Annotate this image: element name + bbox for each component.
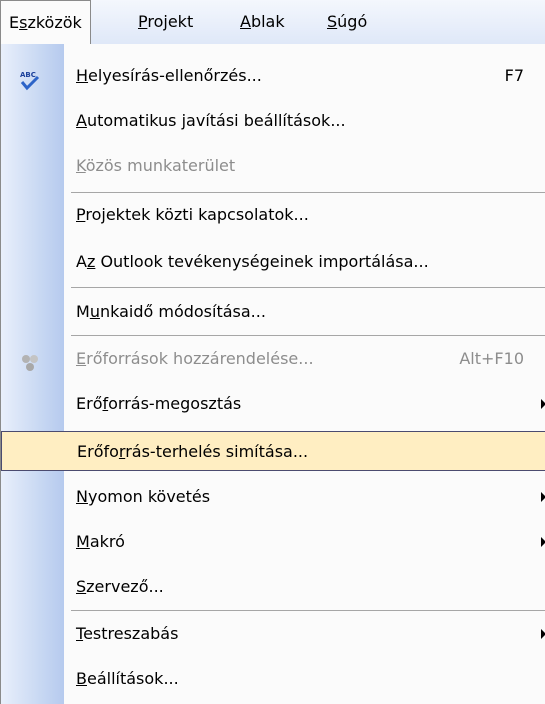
menu-item-munkaido[interactable]: Munkaidő módosítása... bbox=[1, 292, 545, 332]
menu-projekt[interactable]: Projekt bbox=[130, 0, 201, 44]
spellcheck-icon: ABC bbox=[19, 66, 41, 91]
menu-item-label: Erőforrás-megosztás bbox=[76, 394, 242, 413]
menu-item-label: Nyomon követés bbox=[76, 487, 211, 506]
menu-separator bbox=[71, 192, 545, 193]
menu-item-label: Helyesírás-ellenőrzés... bbox=[76, 66, 262, 85]
menu-item-label: Makró bbox=[76, 532, 125, 551]
menu-item-projektek-kozti[interactable]: Projektek közti kapcsolatok... bbox=[1, 195, 545, 235]
submenu-arrow-icon bbox=[541, 537, 545, 547]
menu-item-automatikus-javitas[interactable]: Automatikus javítási beállítások... bbox=[1, 101, 545, 141]
menu-item-label: Projektek közti kapcsolatok... bbox=[76, 205, 309, 224]
resources-icon bbox=[19, 349, 41, 371]
menu-label-part: úgó bbox=[337, 12, 368, 31]
menu-item-label: Az Outlook tevékenységeinek importálása.… bbox=[76, 252, 429, 271]
menu-item-testreszabas[interactable]: Testreszabás bbox=[1, 614, 545, 654]
menu-separator bbox=[71, 335, 545, 336]
menu-item-label: Közös munkaterület bbox=[76, 156, 236, 175]
menu-label-part: blak bbox=[250, 12, 285, 31]
menu-item-label: Munkaidő módosítása... bbox=[76, 302, 266, 321]
menu-item-label: Szervező... bbox=[76, 577, 164, 596]
menu-item-label: Erőforrás-terhelés simítása... bbox=[77, 442, 309, 461]
submenu-arrow-icon bbox=[541, 492, 545, 502]
menu-separator bbox=[71, 610, 545, 611]
menu-accel: P bbox=[138, 12, 148, 31]
menu-accel: A bbox=[240, 12, 251, 31]
menu-item-nyomon-kovetes[interactable]: Nyomon követés bbox=[1, 477, 545, 517]
menu-eszkozok[interactable]: Eszközök bbox=[0, 0, 91, 44]
menu-accel: S bbox=[327, 12, 338, 31]
menu-item-label: Erőforrások hozzárendelése... bbox=[76, 349, 314, 368]
menu-item-label: Automatikus javítási beállítások... bbox=[76, 111, 346, 130]
menu-ablak[interactable]: Ablak bbox=[232, 0, 293, 44]
menu-item-terheles-simitas[interactable]: Erőforrás-terhelés simítása... bbox=[1, 431, 545, 471]
shortcut-label: Alt+F10 bbox=[459, 349, 524, 368]
menu-item-makro[interactable]: Makró bbox=[1, 522, 545, 562]
menu-item-label: Beállítások... bbox=[76, 669, 179, 688]
submenu-arrow-icon bbox=[541, 399, 545, 409]
menu-item-eroforrasok-hozzarendelese: Erőforrások hozzárendelése... Alt+F10 bbox=[1, 339, 545, 379]
shortcut-label: F7 bbox=[504, 66, 524, 85]
menu-separator bbox=[71, 287, 545, 288]
menu-sugo[interactable]: Súgó bbox=[319, 0, 375, 44]
menu-label-part: rojekt bbox=[147, 12, 194, 31]
menu-item-beallitasok[interactable]: Beállítások... bbox=[1, 659, 545, 699]
menu-item-eroforras-megosztas[interactable]: Erőforrás-megosztás bbox=[1, 384, 545, 424]
submenu-arrow-icon bbox=[541, 629, 545, 639]
menu-item-szervezo[interactable]: Szervező... bbox=[1, 567, 545, 607]
menu-item-outlook-import[interactable]: Az Outlook tevékenységeinek importálása.… bbox=[1, 242, 545, 282]
eszkozok-dropdown-menu: ABC Helyesírás-ellenőrzés... F7 Automati… bbox=[0, 44, 545, 704]
menu-item-kozos-munkaterulet: Közös munkaterület bbox=[1, 146, 545, 186]
menu-label-part: E bbox=[9, 13, 20, 32]
menu-item-helyesiras[interactable]: ABC Helyesírás-ellenőrzés... F7 bbox=[1, 56, 545, 96]
menu-bar: Eszközök Projekt Ablak Súgó bbox=[0, 0, 545, 44]
menu-label-part: zközök bbox=[27, 13, 82, 32]
menu-item-label: Testreszabás bbox=[76, 624, 179, 643]
svg-text:ABC: ABC bbox=[20, 71, 36, 79]
